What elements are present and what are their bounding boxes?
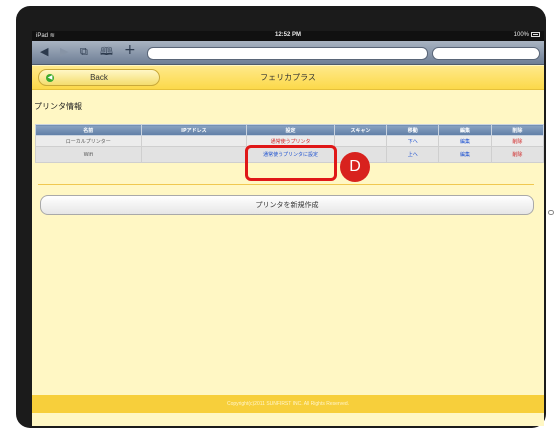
edit-link[interactable]: 編集 [438, 146, 492, 163]
column-header-move: 移動 [386, 124, 440, 136]
browser-forward-icon[interactable]: ▶ [60, 45, 68, 59]
bookmarks-icon[interactable]: 🕮 [100, 45, 113, 59]
browser-screen [32, 31, 544, 426]
browser-back-icon[interactable]: ◀ [40, 45, 48, 59]
search-field[interactable] [432, 47, 540, 60]
printer-name: Wifi [35, 146, 142, 163]
side-switch-icon [548, 210, 554, 215]
column-header-setting: 設定 [246, 124, 335, 136]
status-bar: iPad ≋ 12:52 PM 100% [32, 31, 544, 41]
add-bookmark-icon[interactable]: + [124, 43, 136, 57]
printer-ip [140, 146, 248, 163]
section-title: プリンタ情報 [34, 102, 82, 111]
move-down-link[interactable]: 下へ [386, 135, 440, 147]
printer-scan [333, 135, 388, 147]
battery-icon [531, 32, 540, 37]
move-up-link[interactable]: 上へ [386, 146, 440, 163]
browser-toolbar: ◀ ▶ ⧉ 🕮 + [32, 41, 544, 65]
page-title: フェリカプラス [260, 73, 316, 82]
page-header: ◀ Back フェリカプラス [32, 66, 544, 90]
column-header-name: 名前 [35, 124, 142, 136]
delete-link[interactable]: 削除 [490, 135, 545, 147]
url-field[interactable] [147, 47, 428, 60]
status-time: 12:52 PM [274, 32, 301, 38]
callout-badge: D [340, 152, 370, 182]
battery-indicator: 100% [514, 32, 540, 38]
pages-icon[interactable]: ⧉ [80, 45, 88, 59]
printer-name: ローカルプリンター [35, 135, 142, 147]
callout-highlight-box [245, 145, 337, 181]
column-header-ip: IPアドレス [140, 124, 248, 136]
column-header-edit: 編集 [438, 124, 492, 136]
column-header-delete: 削除 [490, 124, 545, 136]
column-header-scan: スキャン [333, 124, 388, 136]
table-header-row: 名前 IPアドレス 設定 スキャン 移動 編集 削除 [35, 124, 545, 136]
printer-ip [140, 135, 248, 147]
divider [38, 184, 534, 185]
edit-link[interactable]: 編集 [438, 135, 492, 147]
delete-link[interactable]: 削除 [490, 146, 545, 163]
page-footer: Copyright(c)2011 SUNFIRST INC. All Right… [32, 395, 544, 413]
create-new-printer-button[interactable]: プリンタを新規作成 [40, 195, 534, 215]
